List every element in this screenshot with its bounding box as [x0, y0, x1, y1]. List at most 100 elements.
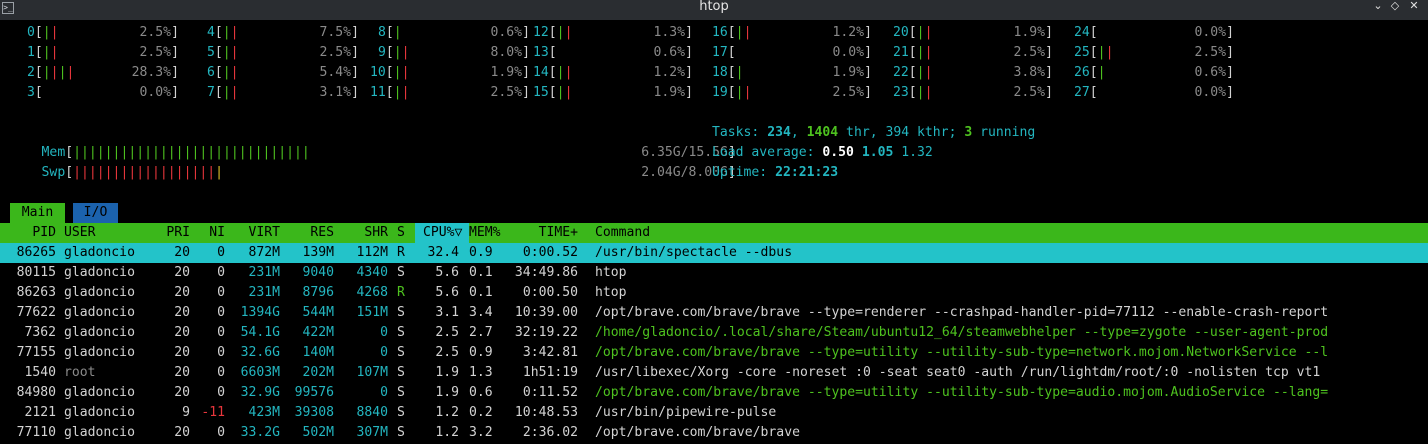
close-icon[interactable]: ✕ [1406, 0, 1422, 14]
pid: 86265 [16, 245, 56, 260]
cpu-percent: 2.5 [435, 345, 459, 360]
nice: 0 [217, 385, 225, 400]
col-mem[interactable]: MEM% [469, 223, 501, 243]
process-row[interactable]: 77155 gladoncio 20 0 32.6G 140M 0 S 2.5 0.9 3:42.8… [0, 343, 1428, 363]
cpu-percent: 2.5% [1013, 85, 1045, 100]
shr: 0 [380, 325, 388, 340]
col-res[interactable]: RES [284, 223, 334, 243]
process-row[interactable]: 84980 gladoncio 20 0 32.9G 99576 0 S 1.9 0.6 0:11.… [0, 383, 1428, 403]
cpu-id: 13 [533, 45, 549, 60]
swap-meter: Swp[||||||||||||||||||| 2.04G/8.00G] [41, 165, 736, 180]
priority: 20 [174, 245, 190, 260]
virt: 423M [248, 405, 280, 420]
process-row[interactable]: 77622 gladoncio 20 0 1394G 544M 151M S 3.1 3.4 10:… [0, 303, 1428, 323]
cpu-meter-15: 15[|| 1.9%] [533, 83, 693, 103]
state: R [397, 285, 405, 300]
time: 0:00.52 [522, 245, 578, 260]
cpu-bar: || [1097, 45, 1114, 60]
col-shr[interactable]: SHR [338, 223, 388, 243]
cpu-id: 12 [533, 25, 549, 40]
cpu-percent: 0.0% [1194, 25, 1226, 40]
user: gladoncio [64, 265, 135, 280]
nice: 0 [217, 325, 225, 340]
cpu-meter-11: 11[|| 2.5%] [370, 83, 530, 103]
cpu-bar: | [393, 25, 402, 40]
cpu-meter-13: 13[0.6%] [533, 43, 693, 63]
priority: 20 [174, 425, 190, 440]
cpu-percent: 3.8% [1013, 65, 1045, 80]
res: 8796 [302, 285, 334, 300]
time: 34:49.86 [514, 265, 578, 280]
process-row[interactable]: 1540 root 20 0 6603M 202M 107M S 1.9 1.3 1h51:19/u… [0, 363, 1428, 383]
user: gladoncio [64, 405, 135, 420]
mem-percent: 0.2 [469, 405, 493, 420]
res: 202M [302, 365, 334, 380]
cpu-meter-6: 6[|| 5.4%] [207, 63, 359, 83]
nice: 0 [217, 305, 225, 320]
col-user[interactable]: USER [64, 223, 96, 243]
cpu-meter-9: 9[|| 8.0%] [378, 43, 530, 63]
cpu-bar: || [222, 45, 239, 60]
col-ni[interactable]: NI [195, 223, 225, 243]
cpu-bar: || [393, 45, 410, 60]
swap-bar: ||||||||||||||||||| [73, 165, 224, 180]
cpu-percent: 0.0% [832, 45, 864, 60]
pid: 86263 [16, 285, 56, 300]
cpu-percent: 1.9% [832, 65, 864, 80]
res: 140M [302, 345, 334, 360]
cpu-id: 0 [27, 25, 35, 40]
col-time[interactable]: TIME+ [510, 223, 578, 243]
state: S [397, 305, 405, 320]
process-row[interactable]: 7362 gladoncio 20 0 54.1G 422M 0 S 2.5 2.7 32:19.2… [0, 323, 1428, 343]
cpu-percent: 1.2% [653, 65, 685, 80]
shr: 4340 [356, 265, 388, 280]
time: 0:00.50 [522, 285, 578, 300]
mem-percent: 0.9 [469, 345, 493, 360]
nice: 0 [217, 425, 225, 440]
terminal[interactable]: 0[|| 2.5%] 1[|| 2.5%] 2[|||| 28.3%] 3[0.0%] 4[|… [0, 20, 1428, 444]
cpu-percent: 2.5% [1013, 45, 1045, 60]
nice: 0 [217, 345, 225, 360]
cpu-percent: 3.1% [319, 85, 351, 100]
tab-io[interactable]: I/O [73, 203, 118, 223]
mem-percent: 1.3 [469, 365, 493, 380]
state: R [397, 245, 405, 260]
cpu-bar: || [556, 25, 573, 40]
cpu-meter-8: 8[| 0.6%] [378, 23, 530, 43]
pid: 2121 [24, 405, 56, 420]
process-row[interactable]: 80115 gladoncio 20 0 231M 9040 4340 S 5.6 0.1 34:4… [0, 263, 1428, 283]
process-row[interactable]: 86263 gladoncio 20 0 231M 8796 4268 R 5.6 0.1 0:00… [0, 283, 1428, 303]
cpu-id: 21 [893, 45, 909, 60]
shr: 0 [380, 345, 388, 360]
cpu-meter-14: 14[|| 1.2%] [533, 63, 693, 83]
process-row[interactable]: 2121 gladoncio 9 -11 423M 39308 8840 S 1.2 0.2 10:… [0, 403, 1428, 423]
cpu-id: 1 [27, 45, 35, 60]
cpu-percent: 0.6% [653, 45, 685, 60]
command: /usr/libexec/Xorg -core -noreset :0 -sea… [595, 365, 1321, 380]
process-row[interactable]: 77110 gladoncio 20 0 33.2G 502M 307M S 1.2 3.2 2:3… [0, 423, 1428, 443]
col-pri[interactable]: PRI [150, 223, 190, 243]
col-pid[interactable]: PID [0, 223, 56, 243]
col-command[interactable]: Command [595, 223, 650, 243]
priority: 20 [174, 265, 190, 280]
cpu-percent: 28.3% [131, 65, 171, 80]
time: 1h51:19 [522, 365, 578, 380]
maximize-icon[interactable]: ◇ [1387, 0, 1403, 14]
cpu-bar: || [222, 65, 239, 80]
pid: 77110 [16, 425, 56, 440]
cpu-id: 22 [893, 65, 909, 80]
cpu-meter-7: 7[|| 3.1%] [207, 83, 359, 103]
col-state[interactable]: S [397, 223, 405, 243]
col-virt[interactable]: VIRT [230, 223, 280, 243]
process-row[interactable]: 86265 gladoncio 20 0 872M 139M 112M R 32.4 0.9 0:0… [0, 243, 1428, 263]
cpu-bar: || [735, 25, 752, 40]
cpu-percent: 1.9 [435, 365, 459, 380]
cpu-percent: 1.2% [832, 25, 864, 40]
cpu-meter-18: 18[| 1.9%] [712, 63, 872, 83]
tab-main[interactable]: Main [10, 203, 65, 223]
cpu-percent: 5.4% [319, 65, 351, 80]
col-cpu[interactable]: CPU%▽ [415, 223, 469, 243]
cpu-bar: || [735, 85, 752, 100]
minimize-icon[interactable]: ⌄ [1370, 0, 1386, 14]
window-titlebar: >_ htop ⌄ ◇ ✕ [0, 0, 1428, 20]
